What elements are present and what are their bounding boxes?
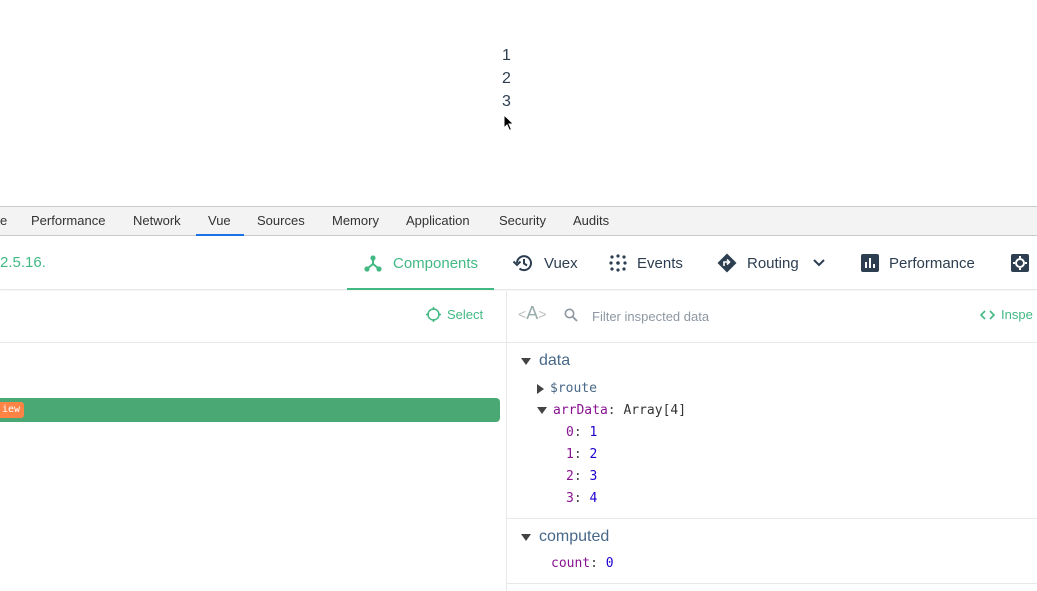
- bar-chart-icon: [861, 254, 879, 272]
- vue-devtools-header: 2.5.16. Components Vuex Events Routing P…: [0, 236, 1037, 290]
- component-tree-pane: Select iew: [0, 291, 507, 591]
- list-item: 1: [502, 47, 511, 64]
- arrdata-key: arrData: [553, 403, 608, 418]
- count-prop[interactable]: count: 0: [551, 556, 614, 571]
- array-item[interactable]: 2: 3: [566, 469, 597, 484]
- tab-console-partial[interactable]: e: [0, 207, 7, 235]
- array-index: 1: [566, 447, 574, 462]
- count-key: count: [551, 556, 591, 571]
- route-key: $route: [550, 381, 597, 396]
- nav-events-label: Events: [637, 254, 683, 272]
- router-view-badge: iew: [0, 402, 25, 418]
- arrdata-prop[interactable]: arrData: Array[4]: [537, 403, 686, 418]
- section-divider: [507, 518, 1037, 519]
- nav-routing[interactable]: Routing: [717, 236, 825, 290]
- nav-vuex[interactable]: Vuex: [512, 236, 578, 290]
- nav-components[interactable]: Components: [346, 236, 495, 290]
- collapse-arrow-icon: [537, 407, 547, 414]
- app-page: 1 2 3: [0, 0, 1037, 206]
- code-icon: [980, 309, 995, 320]
- nav-vuex-label: Vuex: [544, 254, 578, 272]
- nav-routing-label: Routing: [747, 254, 799, 272]
- nav-events[interactable]: Events: [609, 236, 683, 290]
- tab-memory[interactable]: Memory: [332, 207, 379, 235]
- inspector-toolbar: <A> Inspe: [507, 291, 1037, 343]
- array-item[interactable]: 3: 4: [566, 491, 597, 506]
- computed-section-header[interactable]: computed: [521, 528, 609, 546]
- tab-network[interactable]: Network: [133, 207, 181, 235]
- array-value: 2: [589, 447, 598, 462]
- collapse-arrow-icon: [521, 533, 531, 541]
- routing-icon: [717, 253, 737, 273]
- selected-component-row[interactable]: iew: [0, 398, 500, 422]
- components-icon: [364, 255, 382, 272]
- select-component-button[interactable]: Select: [426, 307, 483, 322]
- array-value: 4: [589, 491, 598, 506]
- array-index: 2: [566, 469, 574, 484]
- tab-vue[interactable]: Vue: [196, 207, 244, 236]
- nav-components-label: Components: [393, 254, 479, 272]
- collapse-arrow-icon: [521, 357, 531, 365]
- tab-performance[interactable]: Performance: [31, 207, 105, 235]
- mouse-cursor-icon: [503, 114, 515, 132]
- tab-audits[interactable]: Audits: [573, 207, 609, 235]
- section-divider: [507, 583, 1037, 584]
- settings-button[interactable]: [1011, 236, 1037, 290]
- arrdata-type: Array[4]: [623, 403, 687, 418]
- array-item[interactable]: 0: 1: [566, 425, 597, 440]
- list-item: 2: [502, 70, 511, 87]
- tab-security[interactable]: Security: [499, 207, 546, 235]
- data-section-header[interactable]: data: [521, 352, 570, 370]
- array-value: 3: [589, 469, 598, 484]
- number-list: 1 2 3: [502, 44, 511, 113]
- inspector-pane: <A> Inspe data $route arrData: Array[4] …: [507, 291, 1037, 591]
- chevron-down-icon: [812, 259, 825, 267]
- array-index: 3: [566, 491, 574, 506]
- vue-version: 2.5.16.: [0, 254, 46, 271]
- component-tree-toolbar: Select: [0, 291, 506, 343]
- select-label: Select: [447, 307, 484, 322]
- tab-application[interactable]: Application: [406, 207, 470, 235]
- nav-performance-label: Performance: [889, 254, 975, 272]
- gear-icon: [1011, 254, 1029, 272]
- format-toggle-icon[interactable]: <A>: [518, 303, 546, 324]
- devtools-tab-bar: e Performance Network Vue Sources Memory…: [0, 206, 1037, 236]
- inspect-dom-button[interactable]: Inspe: [980, 307, 1033, 322]
- computed-section-title: computed: [539, 528, 610, 545]
- nav-performance[interactable]: Performance: [861, 236, 975, 290]
- search-icon: [564, 308, 578, 322]
- array-index: 0: [566, 425, 574, 440]
- data-section-title: data: [539, 352, 571, 369]
- history-icon: [512, 255, 532, 272]
- tab-sources[interactable]: Sources: [257, 207, 305, 235]
- inspect-dom-label: Inspe: [1001, 307, 1033, 322]
- filter-inspected-data-input[interactable]: [592, 305, 892, 327]
- count-value: 0: [605, 556, 614, 571]
- expand-arrow-icon: [537, 383, 544, 394]
- array-item[interactable]: 1: 2: [566, 447, 597, 462]
- crosshair-icon: [426, 307, 441, 322]
- list-item: 3: [502, 93, 511, 110]
- route-prop[interactable]: $route: [537, 381, 597, 396]
- array-value: 1: [589, 425, 598, 440]
- events-icon: [609, 254, 627, 272]
